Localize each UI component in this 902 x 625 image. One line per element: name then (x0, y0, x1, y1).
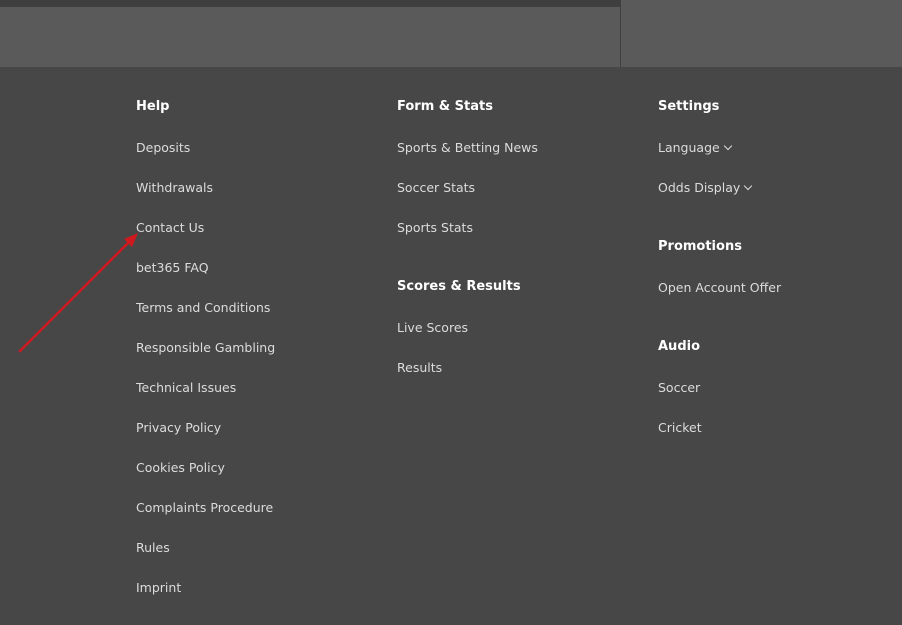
imprint-link[interactable]: Imprint (136, 580, 181, 596)
top-divider (620, 0, 621, 67)
results-link[interactable]: Results (397, 360, 442, 376)
deposits-link[interactable]: Deposits (136, 140, 190, 156)
sports-stats-link[interactable]: Sports Stats (397, 220, 473, 236)
scores-results-heading: Scores & Results (397, 279, 521, 294)
odds-display-dropdown[interactable]: Odds Display (658, 180, 753, 196)
odds-display-label: Odds Display (658, 180, 741, 195)
open-account-offer-link[interactable]: Open Account Offer (658, 280, 781, 296)
audio-heading: Audio (658, 339, 701, 354)
cookies-policy-link[interactable]: Cookies Policy (136, 460, 225, 476)
top-strip (0, 0, 620, 7)
settings-heading: Settings (658, 99, 720, 114)
technical-issues-link[interactable]: Technical Issues (136, 380, 236, 396)
form-stats-heading: Form & Stats (397, 99, 493, 114)
sports-betting-news-link[interactable]: Sports & Betting News (397, 140, 538, 156)
top-bar (0, 0, 902, 67)
contact-us-link[interactable]: Contact Us (136, 220, 204, 236)
soccer-stats-link[interactable]: Soccer Stats (397, 180, 475, 196)
language-dropdown[interactable]: Language (658, 140, 732, 156)
privacy-policy-link[interactable]: Privacy Policy (136, 420, 221, 436)
responsible-gambling-link[interactable]: Responsible Gambling (136, 340, 275, 356)
audio-cricket-link[interactable]: Cricket (658, 420, 702, 436)
withdrawals-link[interactable]: Withdrawals (136, 180, 213, 196)
faq-link[interactable]: bet365 FAQ (136, 260, 209, 276)
live-scores-link[interactable]: Live Scores (397, 320, 468, 336)
help-heading: Help (136, 99, 170, 114)
chevron-down-icon (723, 141, 732, 151)
footer: Help Deposits Withdrawals Contact Us bet… (0, 67, 902, 625)
complaints-procedure-link[interactable]: Complaints Procedure (136, 500, 273, 516)
promotions-heading: Promotions (658, 239, 742, 254)
chevron-down-icon (744, 181, 753, 191)
terms-link[interactable]: Terms and Conditions (136, 300, 270, 316)
rules-link[interactable]: Rules (136, 540, 170, 556)
audio-soccer-link[interactable]: Soccer (658, 380, 700, 396)
language-label: Language (658, 140, 720, 155)
